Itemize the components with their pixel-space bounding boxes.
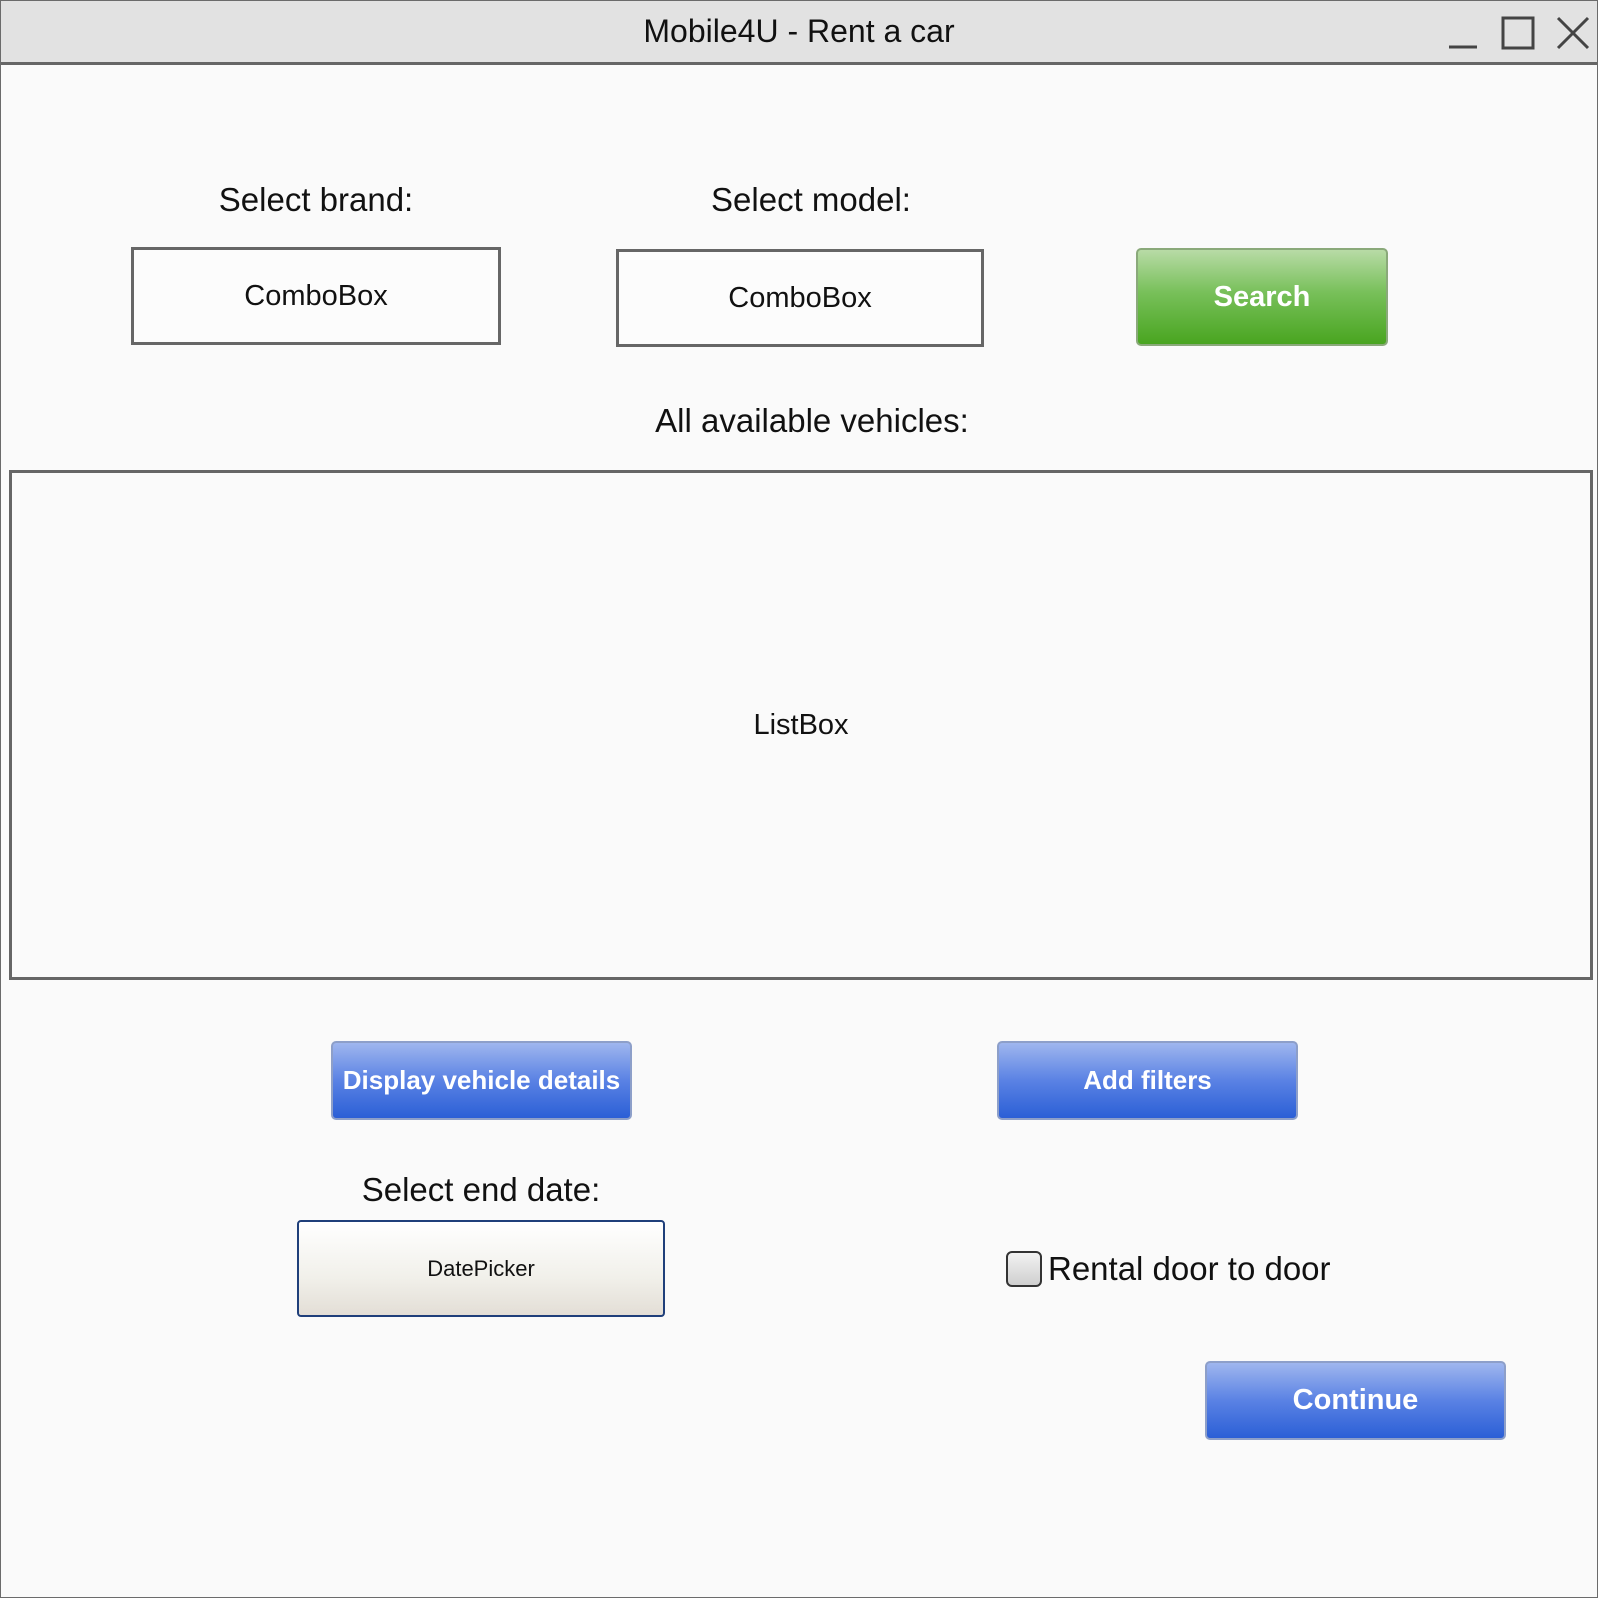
title-bar: Mobile4U - Rent a car — [1, 1, 1597, 65]
vehicles-label: All available vehicles: — [655, 402, 969, 439]
end-date-picker[interactable]: DatePicker — [297, 1220, 665, 1317]
door-to-door-checkbox[interactable] — [1006, 1251, 1042, 1287]
door-to-door-label: Rental door to door — [1048, 1250, 1331, 1287]
brand-combobox[interactable]: ComboBox — [131, 247, 501, 345]
continue-button[interactable]: Continue — [1205, 1361, 1506, 1440]
display-vehicle-details-button[interactable]: Display vehicle details — [331, 1041, 632, 1120]
close-icon[interactable] — [1553, 13, 1593, 53]
model-combobox[interactable]: ComboBox — [616, 249, 984, 347]
vehicles-listbox[interactable]: ListBox — [9, 470, 1593, 980]
add-filters-button[interactable]: Add filters — [997, 1041, 1298, 1120]
model-label: Select model: — [711, 181, 911, 218]
window-title: Mobile4U - Rent a car — [643, 13, 955, 49]
search-button[interactable]: Search — [1136, 248, 1388, 346]
listbox-placeholder: ListBox — [753, 708, 849, 741]
minimize-icon[interactable] — [1443, 13, 1483, 53]
maximize-icon[interactable] — [1498, 13, 1538, 53]
end-date-label: Select end date: — [361, 1171, 601, 1208]
app-window: Mobile4U - Rent a car Select brand: Comb… — [0, 0, 1598, 1598]
brand-label: Select brand: — [218, 181, 414, 218]
